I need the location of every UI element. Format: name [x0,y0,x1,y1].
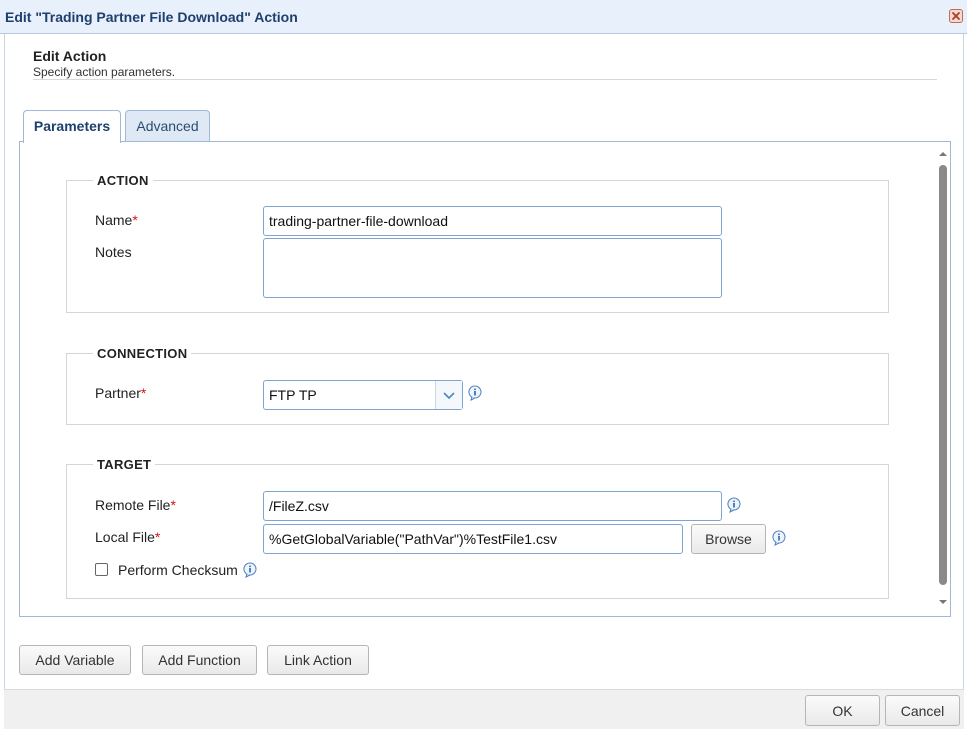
required-marker: * [132,212,138,228]
connection-legend: CONNECTION [93,346,192,361]
local-file-input[interactable] [263,524,683,554]
cancel-button[interactable]: Cancel [885,695,960,726]
tab-advanced[interactable]: Advanced [125,110,210,141]
close-button[interactable] [949,9,963,23]
browse-button[interactable]: Browse [691,524,766,554]
name-label: Name* [95,212,138,228]
scroll-down-arrow-icon[interactable] [938,597,948,607]
add-function-button[interactable]: Add Function [142,645,257,675]
remote-file-label: Remote File* [95,497,176,513]
header-divider [33,79,937,80]
page-title: Edit Action [33,48,107,64]
tab-parameters[interactable]: Parameters [23,110,121,143]
required-marker: * [154,529,161,545]
perform-checksum-checkbox[interactable] [95,563,108,576]
scrollbar-thumb[interactable] [939,165,947,585]
info-icon[interactable] [727,497,741,513]
link-action-button[interactable]: Link Action [267,645,369,675]
partner-select[interactable]: FTP TP [263,380,463,410]
info-icon[interactable] [243,562,257,578]
action-legend: ACTION [93,173,153,188]
target-legend: TARGET [93,457,156,472]
name-input[interactable] [263,206,722,236]
required-marker: * [140,385,147,401]
scroll-up-arrow-icon[interactable] [938,149,948,159]
chevron-down-icon [443,392,455,400]
required-marker: * [170,497,176,513]
info-icon[interactable] [468,385,482,401]
close-icon [952,12,960,20]
page-subtitle: Specify action parameters. [33,65,176,79]
dialog-title-bar: Edit "Trading Partner File Download" Act… [0,0,967,34]
dialog-frame-right [963,34,964,689]
add-variable-button[interactable]: Add Variable [19,645,131,675]
local-file-label-text: Local File [95,529,155,545]
notes-textarea[interactable] [263,238,722,298]
notes-label: Notes [95,244,132,260]
remote-file-input[interactable] [263,491,722,521]
partner-label-text: Partner [95,385,141,401]
remote-file-label-text: Remote File [95,497,171,513]
partner-select-toggle[interactable] [435,381,462,409]
dialog-frame-left [4,34,5,689]
name-label-text: Name [95,212,133,228]
local-file-label: Local File* [95,529,160,545]
dialog-title: Edit "Trading Partner File Download" Act… [5,9,298,25]
perform-checksum-label[interactable]: Perform Checksum [118,562,238,578]
partner-select-value: FTP TP [269,387,317,403]
info-icon[interactable] [772,530,786,546]
ok-button[interactable]: OK [805,695,880,726]
partner-label: Partner* [95,385,146,401]
